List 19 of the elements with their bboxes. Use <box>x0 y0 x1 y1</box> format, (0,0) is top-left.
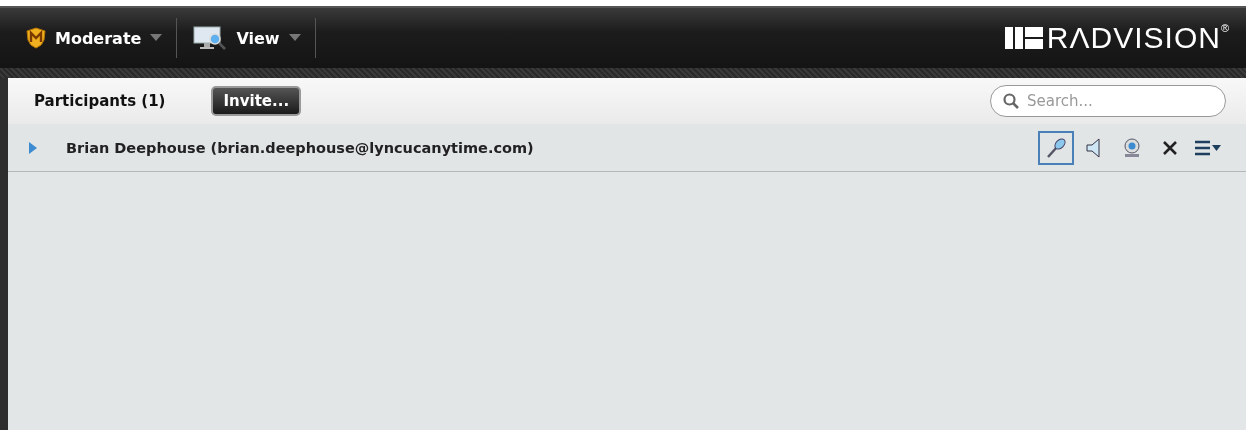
microphone-icon <box>1044 135 1068 160</box>
caret-icon <box>150 34 163 42</box>
microphone-button[interactable] <box>1038 130 1074 165</box>
monitor-magnifier-icon <box>193 25 228 51</box>
caret-icon <box>288 34 301 42</box>
close-icon <box>1161 138 1179 157</box>
invite-button[interactable]: Invite... <box>211 86 302 116</box>
search-field[interactable]: Search... <box>990 85 1226 117</box>
logo-icon <box>1004 27 1043 49</box>
webcam-icon <box>1121 136 1143 159</box>
panel-title: Participants (1) <box>34 92 166 110</box>
shield-icon <box>26 27 46 49</box>
toolbar-menu[interactable]: Moderate <box>22 16 177 60</box>
expand-arrow-icon[interactable] <box>28 141 38 154</box>
toolbar-menu[interactable]: View <box>189 16 315 60</box>
brand-logo: RΛDVISION$^{®}$ <box>1046 21 1230 55</box>
speaker-icon <box>1085 136 1103 159</box>
menu-icon <box>1194 138 1222 157</box>
participant-name: Brian Deephouse (brian.deephouse@lyncucanytime.com) <box>66 139 534 156</box>
